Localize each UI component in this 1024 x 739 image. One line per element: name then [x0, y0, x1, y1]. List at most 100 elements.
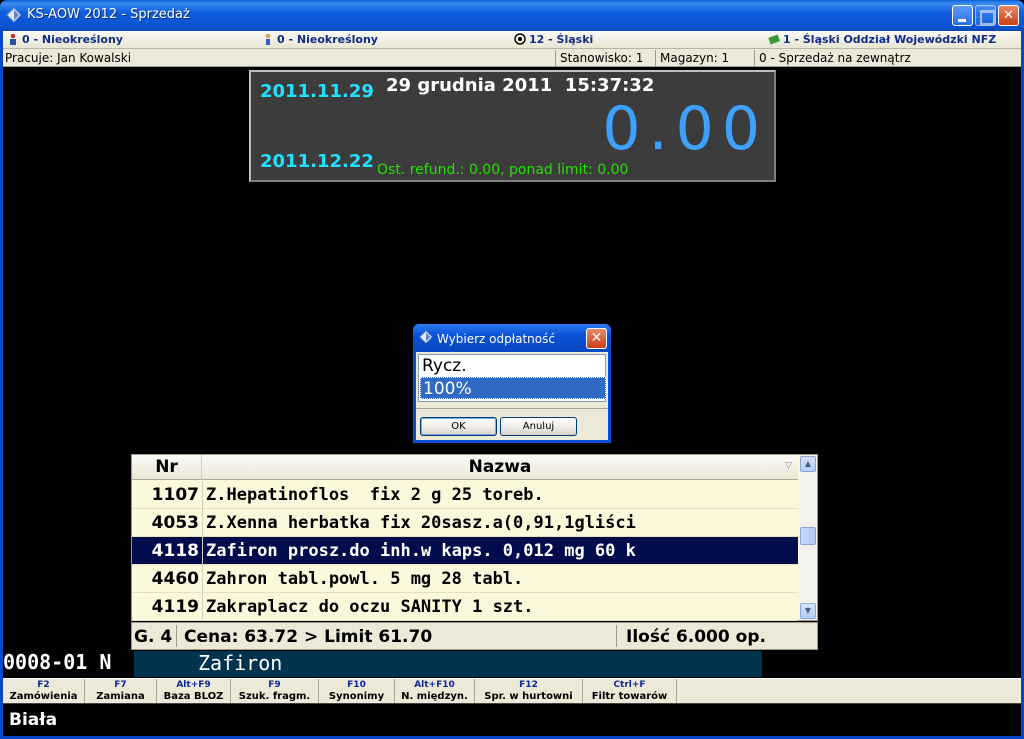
scroll-thumb[interactable] [800, 527, 816, 545]
table-scrollbar[interactable]: ▲ ▼ [799, 455, 817, 620]
fkey-bloz-button[interactable]: Alt+F9 Baza BLOZ [157, 679, 231, 704]
row-nr: 4053 [151, 513, 199, 533]
fkey-label: Zamiana [96, 691, 145, 702]
sort-icon: ▽ [785, 461, 792, 471]
fkey-label: Synonimy [328, 691, 385, 702]
bottom-status: Biała [3, 703, 1021, 736]
payment-option[interactable]: Rycz. [420, 355, 606, 377]
nfz-field[interactable]: 1 - Śląski Oddział Wojewódzki NFZ [768, 33, 996, 46]
row-nr: 1107 [151, 485, 199, 505]
payment-option-list[interactable]: Rycz. 100% [418, 354, 606, 402]
maximize-button[interactable] [975, 5, 996, 26]
close-button[interactable]: ✕ [998, 5, 1019, 26]
total-amount: 0.00 [602, 94, 768, 164]
function-key-bar: F2 Zamówienia F7 Zamiana Alt+F9 Baza BLO… [3, 678, 1021, 704]
fkey-shortcut: F12 [519, 680, 538, 690]
title-bar: KS-AOW 2012 - Sprzedaż ✕ [0, 0, 1024, 31]
region-icon [514, 33, 526, 45]
payment-dialog: Wybierz odpłatność ✕ Rycz. 100% OK Anulu… [413, 324, 611, 443]
bottom-status-text: Biała [9, 710, 58, 730]
status-separator [754, 50, 755, 66]
quantity-label: Ilość 6.000 op. [626, 627, 766, 647]
table-row[interactable]: 4053 Z.Xenna herbatka fix 20sasz.a(0,91,… [132, 509, 798, 537]
fkey-orders-button[interactable]: F2 Zamówienia [3, 679, 85, 704]
table-row-selected[interactable]: 4118 Zafiron prosz.do inh.w kaps. 0,012 … [132, 537, 798, 565]
table-row[interactable]: 1107 Z.Hepatinoflos fix 2 g 25 toreb. [132, 481, 798, 509]
status-separator [655, 50, 656, 66]
info-bar: 0 - Nieokreślony 0 - Nieokreślony 12 - Ś… [3, 31, 1021, 49]
search-input[interactable]: Zafiron [134, 651, 762, 677]
fkey-synonyms-button[interactable]: F10 Synonimy [319, 679, 395, 704]
row-nr: 4119 [151, 597, 199, 617]
fkey-wholesale-button[interactable]: F12 Spr. w hurtowni [475, 679, 583, 704]
nfz-label: 1 - Śląski Oddział Wojewódzki NFZ [783, 33, 997, 46]
scroll-down-button[interactable]: ▼ [800, 603, 816, 619]
warehouse-label: Magazyn: 1 [660, 51, 730, 65]
fkey-filter-button[interactable]: Ctrl+F Filtr towarów [583, 679, 677, 704]
fkey-shortcut: F2 [37, 680, 50, 690]
table-row[interactable]: 4119 Zakraplacz do oczu SANITY 1 szt. [132, 593, 798, 621]
doctor-field[interactable]: 0 - Nieokreślony [7, 33, 123, 46]
patient-label: 0 - Nieokreślony [277, 33, 378, 46]
dialog-separator [416, 408, 608, 409]
sale-display-panel: 2011.11.29 29 grudnia 2011 15:37:32 0.00… [249, 70, 776, 182]
info-separator [176, 625, 177, 647]
current-datetime: 29 grudnia 2011 15:37:32 [386, 75, 655, 96]
fkey-label: Zamówienia [9, 691, 78, 702]
close-icon: ✕ [1003, 8, 1014, 23]
dialog-body: Rycz. 100% OK Anuluj [416, 352, 608, 440]
window-frame-left [0, 31, 3, 739]
dialog-title-bar[interactable]: Wybierz odpłatność ✕ [413, 324, 611, 352]
ok-button[interactable]: OK [420, 417, 497, 436]
maximize-icon [976, 6, 995, 25]
fkey-replace-button[interactable]: F7 Zamiana [85, 679, 157, 704]
scroll-up-button[interactable]: ▲ [800, 456, 816, 472]
status-bar: Pracuje: Jan Kowalski Stanowisko: 1 Maga… [3, 49, 1021, 67]
fkey-shortcut: F7 [114, 680, 127, 690]
fkey-label: Baza BLOZ [163, 691, 224, 702]
date-secondary: 2011.12.22 [260, 151, 374, 172]
fkey-label: Szuk. fragm. [238, 691, 311, 702]
sale-type-label: 0 - Sprzedaż na zewnątrz [759, 51, 911, 65]
table-header: Nr Nazwa ▽ [132, 455, 798, 480]
column-header-nr[interactable]: Nr [132, 455, 202, 480]
row-name: Z.Xenna herbatka fix 20sasz.a(0,91,1gliś… [206, 513, 636, 533]
row-name: Zafiron prosz.do inh.w kaps. 0,012 mg 60… [206, 541, 636, 561]
date-primary: 2011.11.29 [260, 81, 374, 102]
column-header-name[interactable]: Nazwa [202, 455, 798, 480]
fkey-shortcut: Alt+F10 [414, 680, 455, 690]
payment-option-selected[interactable]: 100% [420, 377, 606, 399]
worker-label: Pracuje: Jan Kowalski [5, 51, 132, 65]
dialog-title: Wybierz odpłatność [437, 332, 555, 346]
pill-icon [6, 7, 22, 23]
window-title: KS-AOW 2012 - Sprzedaż [27, 7, 190, 22]
fkey-international-button[interactable]: Alt+F10 N. międzyn. [395, 679, 475, 704]
person-icon [10, 33, 16, 45]
fkey-shortcut: Alt+F9 [176, 680, 211, 690]
fkey-label: Filtr towarów [591, 691, 668, 702]
fkey-fragment-search-button[interactable]: F9 Szuk. fragm. [231, 679, 319, 704]
search-input-value: Zafiron [198, 651, 283, 675]
table-row[interactable]: 4460 Zahron tabl.powl. 5 mg 28 tabl. [132, 565, 798, 593]
fkey-shortcut: F9 [268, 680, 281, 690]
price-label: Cena: 63.72 > Limit 61.70 [184, 627, 433, 647]
minimize-icon [953, 6, 972, 25]
fkey-shortcut: F10 [347, 680, 366, 690]
item-code: 0008-01 N [3, 650, 112, 674]
cell-divider [202, 537, 203, 565]
group-label: G. 4 [134, 627, 173, 647]
cell-divider [202, 565, 203, 593]
row-name: Z.Hepatinoflos fix 2 g 25 toreb. [206, 485, 544, 505]
region-field[interactable]: 12 - Śląski [514, 33, 593, 46]
nfz-icon [768, 34, 780, 45]
minimize-button[interactable] [952, 5, 973, 26]
patient-field[interactable]: 0 - Nieokreślony [262, 33, 378, 46]
close-icon: ✕ [590, 330, 603, 346]
fkey-label: N. międzyn. [401, 691, 468, 702]
dialog-close-button[interactable]: ✕ [586, 328, 607, 349]
product-table: Nr Nazwa ▽ 1107 Z.Hepatinoflos fix 2 g 2… [131, 454, 818, 621]
cancel-button[interactable]: Anuluj [500, 417, 577, 436]
fkey-shortcut: Ctrl+F [613, 680, 646, 690]
pill-icon [419, 330, 433, 344]
row-name: Zakraplacz do oczu SANITY 1 szt. [206, 597, 534, 617]
